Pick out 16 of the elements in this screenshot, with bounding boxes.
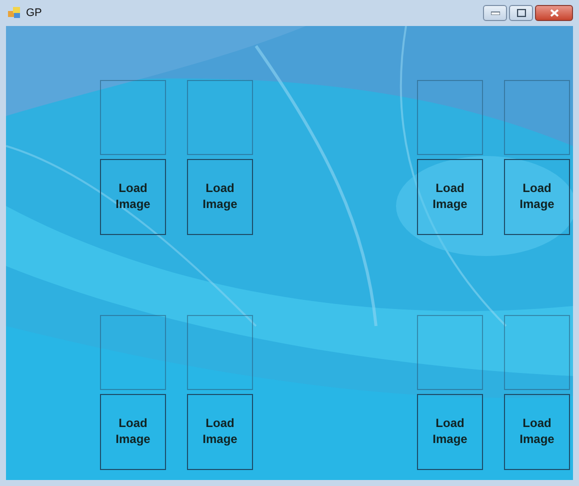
close-button[interactable] [535,5,573,21]
maximize-icon [516,9,526,17]
minimize-button[interactable] [483,5,507,21]
load-image-button[interactable]: Load Image [504,394,570,470]
minimize-icon [490,11,500,15]
close-icon [550,9,558,17]
load-image-button[interactable]: Load Image [417,159,483,235]
load-image-button[interactable]: Load Image [187,394,253,470]
load-image-button[interactable]: Load Image [417,394,483,470]
app-icon [8,7,22,19]
load-image-button[interactable]: Load Image [100,159,166,235]
load-image-button[interactable]: Load Image [504,159,570,235]
load-image-button[interactable]: Load Image [100,394,166,470]
maximize-button[interactable] [509,5,533,21]
load-image-button[interactable]: Load Image [187,159,253,235]
window-title: GP [26,7,42,19]
